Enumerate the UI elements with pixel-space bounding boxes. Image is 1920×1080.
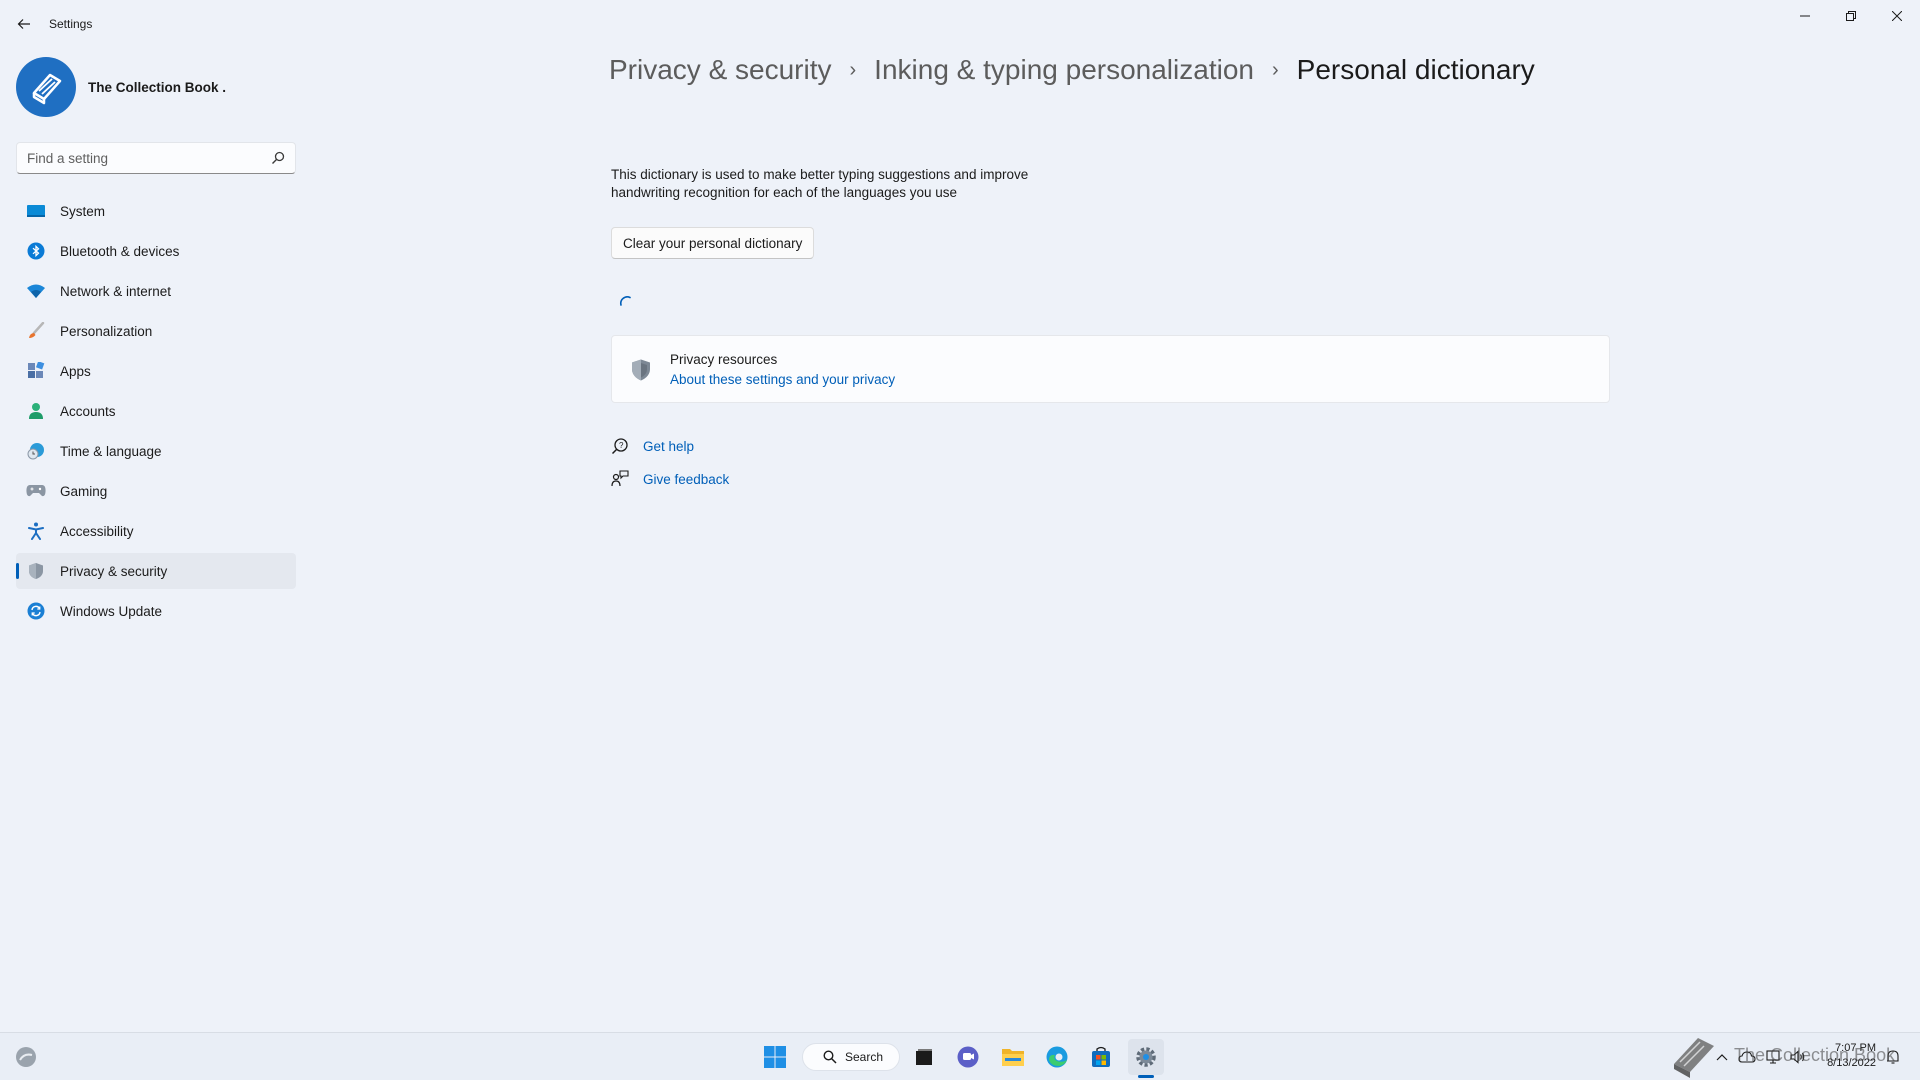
sidebar-item-label: Network & internet xyxy=(60,283,172,299)
task-view-button[interactable] xyxy=(906,1039,942,1075)
update-icon xyxy=(26,601,46,621)
get-help-row[interactable]: ? Get help xyxy=(611,437,694,455)
loading-spinner-icon xyxy=(620,296,631,306)
breadcrumb-inking-typing[interactable]: Inking & typing personalization xyxy=(874,54,1254,86)
breadcrumb-privacy-security[interactable]: Privacy & security xyxy=(609,54,832,86)
settings-icon xyxy=(1136,1047,1156,1067)
search-icon[interactable] xyxy=(271,151,285,165)
store-icon xyxy=(1092,1046,1110,1067)
settings-search[interactable] xyxy=(16,142,296,174)
user-profile[interactable]: The Collection Book . xyxy=(16,57,226,117)
taskbar-search-label: Search xyxy=(845,1050,884,1064)
close-icon xyxy=(1892,11,1902,21)
back-arrow-icon xyxy=(17,19,30,29)
file-explorer-icon xyxy=(1002,1049,1024,1066)
edge-button[interactable] xyxy=(1039,1039,1075,1075)
apps-icon xyxy=(26,361,46,381)
sidebar-item-gaming[interactable]: Gaming xyxy=(16,473,296,509)
edge-icon xyxy=(1046,1046,1068,1068)
profile-name: The Collection Book . xyxy=(88,79,227,95)
back-button[interactable] xyxy=(8,8,40,40)
store-button[interactable] xyxy=(1083,1039,1119,1075)
sidebar-item-accessibility[interactable]: Accessibility xyxy=(16,513,296,549)
sidebar-item-apps[interactable]: Apps xyxy=(16,353,296,389)
task-view-icon xyxy=(916,1049,932,1065)
breadcrumb-separator: › xyxy=(849,58,857,81)
watermark-text: The Collection Book xyxy=(1734,1045,1896,1065)
sidebar-item-label: System xyxy=(60,203,106,219)
sidebar-item-label: Accounts xyxy=(60,403,116,419)
book-logo-icon xyxy=(32,73,62,105)
sidebar-item-bluetooth-devices[interactable]: Bluetooth & devices xyxy=(16,233,296,269)
get-help-icon: ? xyxy=(611,438,628,455)
privacy-resources-card: Privacy resources About these settings a… xyxy=(611,335,1610,403)
breadcrumb-separator: › xyxy=(1271,58,1279,81)
minimize-button[interactable] xyxy=(1782,0,1828,32)
clear-dictionary-button[interactable]: Clear your personal dictionary xyxy=(611,227,815,259)
sidebar-item-personalization[interactable]: Personalization xyxy=(16,313,296,349)
system-icon xyxy=(26,201,46,221)
restore-icon xyxy=(1846,11,1856,21)
give-feedback-link[interactable]: Give feedback xyxy=(643,472,729,487)
search-icon xyxy=(823,1050,837,1064)
person-icon xyxy=(26,401,46,421)
sidebar-item-label: Time & language xyxy=(60,443,162,459)
avatar xyxy=(16,57,76,117)
sidebar-item-label: Privacy & security xyxy=(60,563,168,579)
shield-icon xyxy=(632,359,650,381)
sidebar-item-label: Accessibility xyxy=(60,523,134,539)
restore-button[interactable] xyxy=(1828,0,1874,32)
sidebar-item-label: Personalization xyxy=(60,323,153,339)
dictionary-description: This dictionary is used to make better t… xyxy=(611,167,1029,200)
sidebar-item-privacy-security[interactable]: Privacy & security xyxy=(16,553,296,589)
book-watermark-icon xyxy=(1674,1038,1714,1078)
gamepad-icon xyxy=(26,481,46,501)
accessibility-icon xyxy=(26,521,46,541)
title-bar: Settings xyxy=(0,0,1920,48)
sidebar-item-label: Apps xyxy=(60,363,91,379)
file-explorer-button[interactable] xyxy=(995,1039,1031,1075)
sidebar-nav: System Bluetooth & devices Network & int… xyxy=(16,193,296,633)
sidebar-item-label: Windows Update xyxy=(60,603,163,619)
sidebar-item-accounts[interactable]: Accounts xyxy=(16,393,296,429)
widgets-icon[interactable] xyxy=(14,1045,38,1069)
minimize-icon xyxy=(1800,15,1810,17)
sidebar-item-label: Gaming xyxy=(60,483,108,499)
active-app-indicator xyxy=(1138,1075,1154,1078)
settings-taskbar-button[interactable] xyxy=(1128,1039,1164,1075)
globe-clock-icon xyxy=(26,441,46,461)
wifi-icon xyxy=(26,281,46,301)
start-button[interactable] xyxy=(757,1039,793,1075)
feedback-icon xyxy=(611,470,629,487)
teams-chat-icon xyxy=(957,1046,979,1068)
page-title: Personal dictionary xyxy=(1296,54,1535,85)
taskbar-search[interactable]: Search xyxy=(802,1043,900,1071)
sidebar-item-windows-update[interactable]: Windows Update xyxy=(16,593,296,629)
app-title: Settings xyxy=(49,17,93,31)
close-button[interactable] xyxy=(1874,0,1920,32)
give-feedback-row[interactable]: Give feedback xyxy=(611,470,729,488)
svg-text:?: ? xyxy=(619,441,624,450)
brush-icon xyxy=(26,321,46,341)
privacy-settings-link[interactable]: About these settings and your privacy xyxy=(670,372,895,387)
sidebar-item-system[interactable]: System xyxy=(16,193,296,229)
get-help-link[interactable]: Get help xyxy=(643,439,694,454)
search-input[interactable] xyxy=(17,143,257,173)
privacy-resources-title: Privacy resources xyxy=(670,352,778,367)
breadcrumb: Privacy & security › Inking & typing per… xyxy=(609,54,1535,86)
shield-icon xyxy=(26,561,46,581)
sidebar-item-time-language[interactable]: Time & language xyxy=(16,433,296,469)
start-icon xyxy=(764,1046,786,1068)
taskbar: Search 7:07 PM 8/13/2022 xyxy=(0,1032,1920,1080)
sidebar-item-network[interactable]: Network & internet xyxy=(16,273,296,309)
sidebar-item-label: Bluetooth & devices xyxy=(60,243,180,259)
teams-chat-button[interactable] xyxy=(950,1039,986,1075)
bluetooth-icon xyxy=(26,241,46,261)
